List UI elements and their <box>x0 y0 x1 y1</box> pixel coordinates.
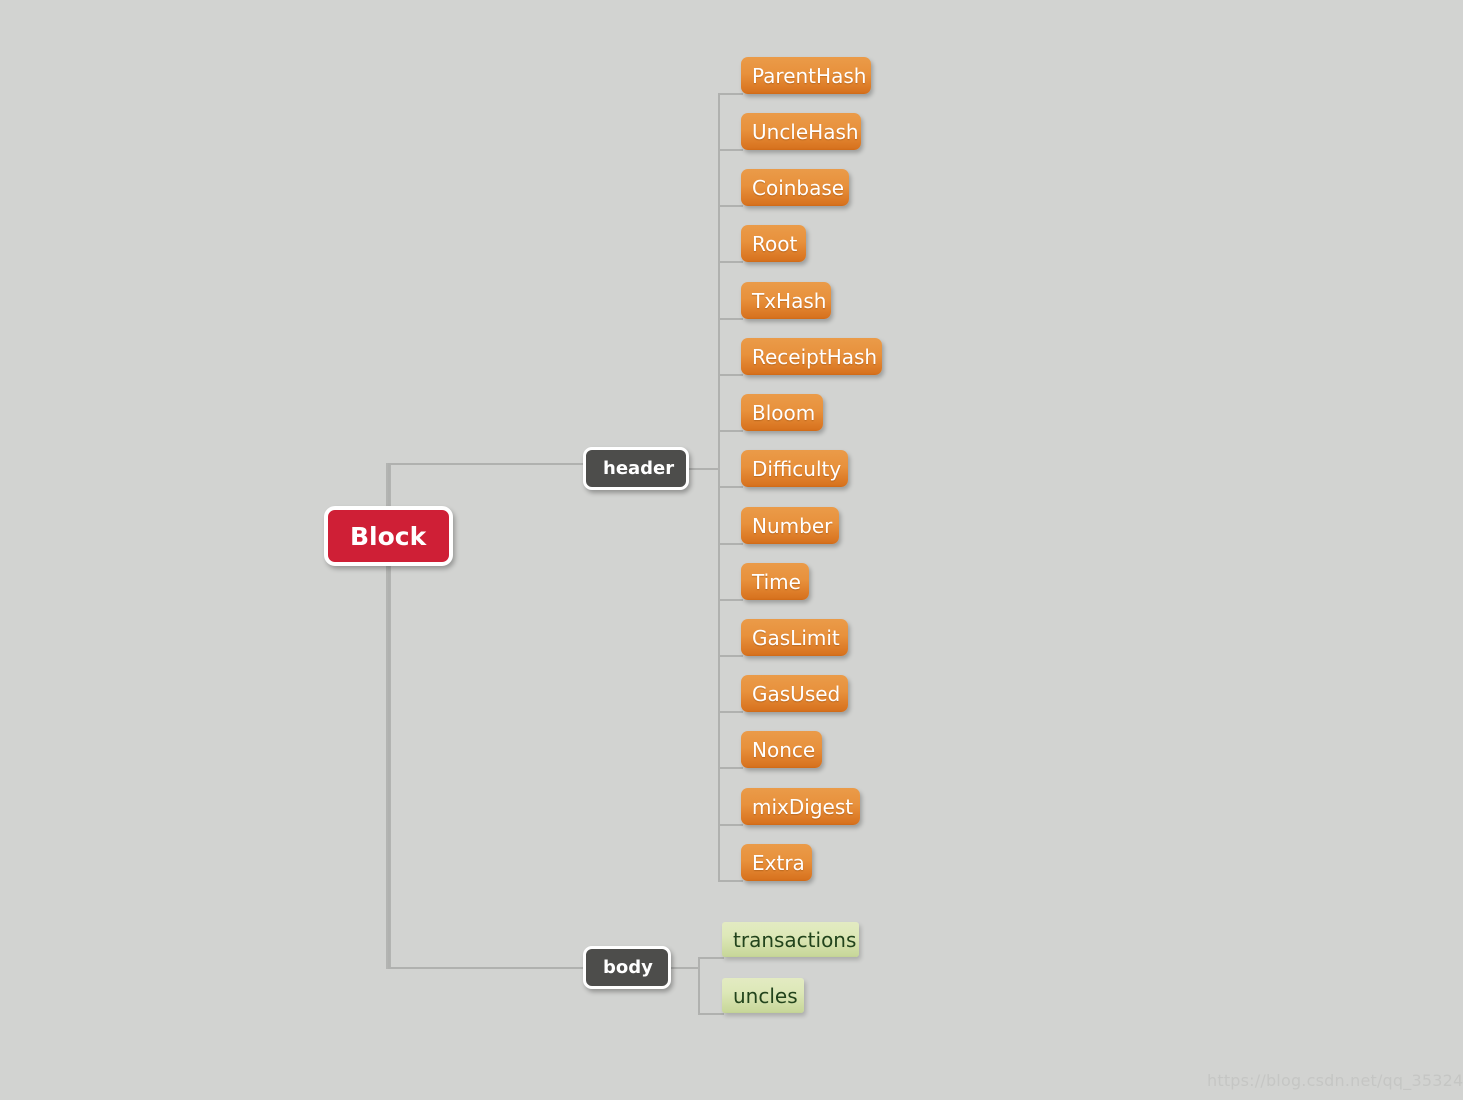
header-child-connector <box>718 824 743 826</box>
header-child-connector <box>718 543 743 545</box>
node-root-field-label: Root <box>752 231 798 256</box>
node-receipthash[interactable]: ReceiptHash <box>741 338 882 375</box>
node-nonce[interactable]: Nonce <box>741 731 822 768</box>
header-child-connector <box>718 599 743 601</box>
node-gasused[interactable]: GasUsed <box>741 675 848 712</box>
header-child-connector <box>718 880 743 882</box>
body-stem <box>671 967 700 969</box>
node-parenthash-label: ParentHash <box>752 63 867 88</box>
body-children-spine <box>698 957 700 1014</box>
node-header[interactable]: header <box>583 447 689 490</box>
header-child-connector <box>718 93 743 95</box>
node-transactions[interactable]: transactions <box>722 922 859 957</box>
node-difficulty-label: Difficulty <box>752 456 842 481</box>
header-child-connector <box>718 205 743 207</box>
root-branch-connector-header <box>388 463 585 465</box>
node-coinbase[interactable]: Coinbase <box>741 169 849 206</box>
node-parenthash[interactable]: ParentHash <box>741 57 871 94</box>
node-nonce-label: Nonce <box>752 737 816 762</box>
header-child-connector <box>718 318 743 320</box>
node-header-label: header <box>603 458 675 479</box>
body-child-connector <box>698 957 724 959</box>
node-txhash[interactable]: TxHash <box>741 282 831 319</box>
node-bloom-label: Bloom <box>752 400 816 425</box>
header-child-connector <box>718 430 743 432</box>
node-gaslimit[interactable]: GasLimit <box>741 619 848 656</box>
node-coinbase-label: Coinbase <box>752 175 845 200</box>
node-block-label: Block <box>350 521 427 551</box>
node-block[interactable]: Block <box>324 506 453 566</box>
header-child-connector <box>718 261 743 263</box>
node-gaslimit-label: GasLimit <box>752 625 840 650</box>
node-time-label: Time <box>752 569 801 594</box>
node-unclehash-label: UncleHash <box>752 119 859 144</box>
node-mixdigest[interactable]: mixDigest <box>741 788 860 825</box>
mindmap-canvas: Block header body ParentHash UncleHash C… <box>0 0 1463 1100</box>
header-child-connector <box>718 486 743 488</box>
body-child-connector <box>698 1013 724 1015</box>
header-child-connector <box>718 149 743 151</box>
watermark: https://blog.csdn.net/qq_35324057 <box>1207 1071 1463 1090</box>
node-mixdigest-label: mixDigest <box>752 794 854 819</box>
node-gasused-label: GasUsed <box>752 681 841 706</box>
node-number-label: Number <box>752 513 833 538</box>
root-branch-connector-body <box>388 967 585 969</box>
node-receipthash-label: ReceiptHash <box>752 344 878 369</box>
header-child-connector <box>718 374 743 376</box>
header-child-connector <box>718 655 743 657</box>
node-unclehash[interactable]: UncleHash <box>741 113 861 150</box>
node-root-field[interactable]: Root <box>741 225 806 262</box>
node-uncles[interactable]: uncles <box>722 978 804 1013</box>
node-difficulty[interactable]: Difficulty <box>741 450 848 487</box>
node-uncles-label: uncles <box>733 983 798 1008</box>
node-body-label: body <box>603 957 653 978</box>
node-bloom[interactable]: Bloom <box>741 394 823 431</box>
node-extra[interactable]: Extra <box>741 844 812 881</box>
node-body[interactable]: body <box>583 946 671 989</box>
node-extra-label: Extra <box>752 850 805 875</box>
node-number[interactable]: Number <box>741 507 839 544</box>
header-child-connector <box>718 711 743 713</box>
node-time[interactable]: Time <box>741 563 809 600</box>
header-stem <box>689 468 720 470</box>
header-child-connector <box>718 767 743 769</box>
node-txhash-label: TxHash <box>752 288 827 313</box>
node-transactions-label: transactions <box>733 927 857 952</box>
